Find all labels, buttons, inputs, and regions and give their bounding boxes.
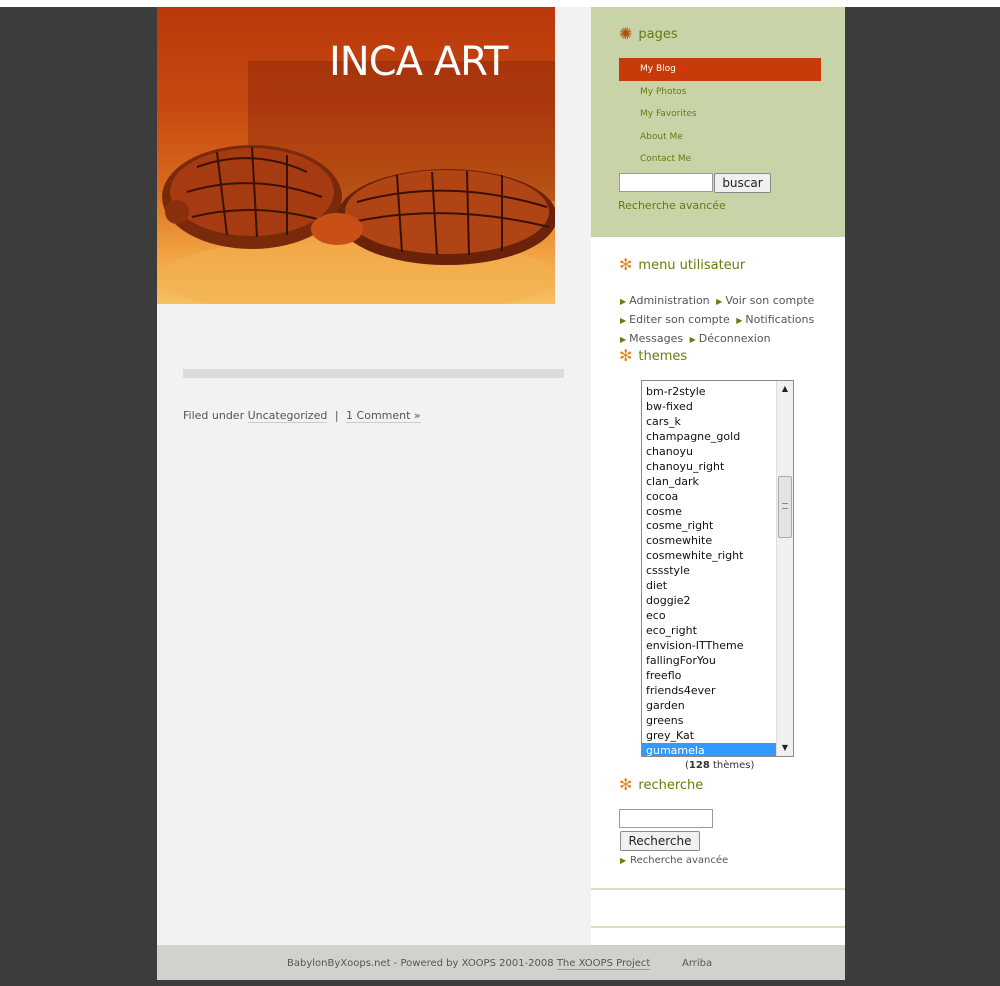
menu-link-deconnexion[interactable]: Déconnexion (699, 332, 771, 345)
search-button[interactable]: buscar (714, 173, 771, 193)
footer-credits: BabylonByXoops.net - Powered by XOOPS 20… (287, 958, 651, 970)
arrow-right-icon: ▶ (620, 316, 627, 325)
pages-nav: My Blog My Photos My Favorites About Me … (619, 58, 821, 171)
search-row: buscar (619, 173, 771, 193)
theme-option[interactable]: garden (642, 698, 777, 713)
comments-link[interactable]: 1 Comment » (346, 409, 421, 423)
arrow-right-icon: ▶ (689, 335, 696, 344)
main-content: INCA ART Filed under Uncategorized | 1 C… (157, 7, 590, 945)
post-meta: Filed under Uncategorized | 1 Comment » (183, 409, 421, 423)
arrow-right-icon: ▶ (620, 856, 627, 865)
star-icon: ✻ (619, 346, 633, 365)
recherche-advanced: ▶ Recherche avancée (620, 855, 728, 866)
sidebar-divider (591, 888, 845, 890)
recherche-title: recherche (638, 777, 704, 793)
filed-under-label: Filed under (183, 409, 245, 422)
theme-option[interactable]: cars_k (642, 414, 777, 429)
theme-option[interactable]: clan_dark (642, 474, 777, 489)
theme-option[interactable]: cosmewhite (642, 533, 777, 548)
theme-option[interactable]: bw-fixed (642, 399, 777, 414)
star-icon: ✻ (619, 775, 633, 794)
footer-text: BabylonByXoops.net - Powered by XOOPS 20… (287, 958, 554, 969)
star-icon: ✻ (619, 255, 633, 274)
theme-option[interactable]: envision-ITTheme (642, 638, 777, 653)
sidebar-divider (591, 926, 845, 928)
theme-option[interactable]: doggie2 (642, 593, 777, 608)
back-to-top-link[interactable]: Arriba (682, 958, 712, 969)
theme-option[interactable]: fallingForYou (642, 653, 777, 668)
post-divider (183, 369, 564, 378)
menu-link-administration[interactable]: Administration (629, 294, 710, 307)
pages-heading: ✺ pages (619, 26, 678, 42)
count-number: 128 (688, 760, 710, 771)
page-container: INCA ART Filed under Uncategorized | 1 C… (157, 7, 845, 980)
theme-option[interactable]: eco_right (642, 623, 777, 638)
nav-item-about-me[interactable]: About Me (619, 126, 821, 149)
scroll-down-icon[interactable]: ▼ (777, 740, 793, 756)
theme-option[interactable]: cocoa (642, 489, 777, 504)
theme-select-list[interactable]: bm-r2style bw-fixed cars_k champagne_gold ch… (641, 380, 794, 757)
theme-option[interactable]: chanoyu (642, 444, 777, 459)
user-menu-title: menu utilisateur (638, 257, 746, 273)
menu-link-editer-compte[interactable]: Editer son compte (629, 313, 730, 326)
category-link[interactable]: Uncategorized (247, 409, 328, 423)
arrow-right-icon: ▶ (716, 297, 723, 306)
star-icon: ✺ (619, 24, 633, 43)
menu-link-voir-compte[interactable]: Voir son compte (725, 294, 814, 307)
banner-title: INCA ART (329, 39, 508, 85)
count-suffix: thèmes) (712, 760, 755, 771)
themes-title: themes (638, 348, 688, 364)
pages-title: pages (638, 26, 678, 42)
scroll-up-icon[interactable]: ▲ (777, 381, 793, 397)
user-menu-row: ▶ Editer son compte ▶ Notifications (620, 310, 814, 329)
theme-option[interactable]: greens (642, 713, 777, 728)
theme-option[interactable]: cssstyle (642, 563, 777, 578)
top-strip (0, 0, 1000, 7)
theme-option[interactable]: diet (642, 578, 777, 593)
theme-option[interactable]: grey_Kat (642, 728, 777, 743)
meta-separator: | (334, 409, 339, 422)
theme-option[interactable]: champagne_gold (642, 429, 777, 444)
recherche-heading: ✻ recherche (619, 777, 703, 793)
scroll-thumb[interactable] (778, 476, 792, 538)
user-menu-row: ▶ Administration ▶ Voir son compte (620, 291, 814, 310)
menu-link-notifications[interactable]: Notifications (745, 313, 814, 326)
recherche-input[interactable] (619, 809, 713, 828)
recherche-button[interactable]: Recherche (620, 831, 700, 851)
theme-options: bm-r2style bw-fixed cars_k champagne_gold ch… (642, 381, 777, 756)
theme-option[interactable]: friends4ever (642, 683, 777, 698)
theme-option[interactable]: cosme_right (642, 518, 777, 533)
theme-option[interactable]: freeflo (642, 668, 777, 683)
xoops-project-link[interactable]: The XOOPS Project (556, 958, 651, 970)
arrow-right-icon: ▶ (736, 316, 743, 325)
nav-item-contact-me[interactable]: Contact Me (619, 148, 821, 171)
arrow-right-icon: ▶ (620, 335, 627, 344)
themes-heading: ✻ themes (619, 348, 687, 364)
user-menu-heading: ✻ menu utilisateur (619, 257, 745, 273)
recherche-advanced-link[interactable]: Recherche avancée (630, 855, 728, 866)
nav-item-my-blog[interactable]: My Blog (619, 58, 821, 81)
theme-option[interactable]: bm-r2style (642, 384, 777, 399)
theme-option[interactable]: gumamela (642, 742, 777, 756)
pages-block: ✺ pages My Blog My Photos My Favorites A… (591, 7, 845, 237)
nav-item-my-favorites[interactable]: My Favorites (619, 103, 821, 126)
theme-option[interactable]: chanoyu_right (642, 459, 777, 474)
menu-link-messages[interactable]: Messages (629, 332, 683, 345)
theme-scrollbar[interactable]: ▲ ▼ (776, 381, 793, 756)
user-menu-row: ▶ Messages ▶ Déconnexion (620, 329, 814, 348)
theme-count: (128 thèmes) (685, 760, 754, 771)
header-banner: INCA ART (157, 7, 555, 304)
footer: BabylonByXoops.net - Powered by XOOPS 20… (157, 945, 845, 980)
theme-option[interactable]: cosme (642, 504, 777, 519)
advanced-search-link[interactable]: Recherche avancée (618, 199, 726, 212)
nav-item-my-photos[interactable]: My Photos (619, 81, 821, 104)
arrow-right-icon: ▶ (620, 297, 627, 306)
theme-option[interactable]: eco (642, 608, 777, 623)
theme-option[interactable]: cosmewhite_right (642, 548, 777, 563)
sidebar: ✺ pages My Blog My Photos My Favorites A… (591, 7, 845, 945)
user-menu: ▶ Administration ▶ Voir son compte ▶ Editer… (620, 291, 814, 348)
search-input[interactable] (619, 173, 713, 192)
